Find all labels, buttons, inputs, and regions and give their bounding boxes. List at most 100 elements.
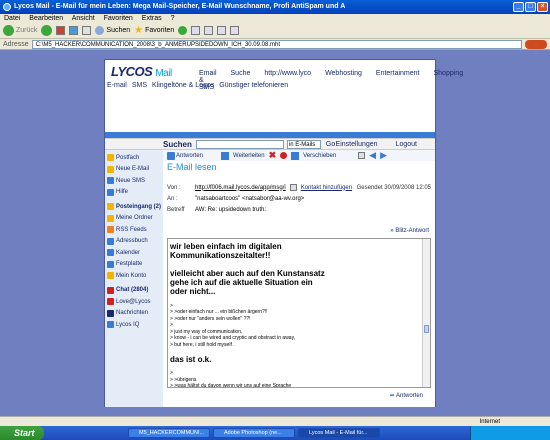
task-lycos[interactable]: Lycos Mail - E-Mail für... bbox=[298, 428, 380, 438]
back-button[interactable]: Zurück bbox=[3, 25, 37, 36]
menu-file[interactable]: Datei bbox=[4, 15, 20, 22]
sidebar-item-icon bbox=[107, 203, 114, 211]
nav-webhosting[interactable]: Webhosting bbox=[325, 70, 362, 91]
sidebar-item-icon bbox=[107, 298, 114, 306]
body-line bbox=[170, 260, 420, 269]
home-button[interactable] bbox=[82, 26, 92, 35]
sidebar-item-chat-2804[interactable]: Chat (2804) bbox=[105, 285, 163, 297]
forward-button[interactable]: Weiterleiten bbox=[233, 153, 265, 159]
task-photoshop[interactable]: Adobe Photoshop (ne... bbox=[213, 428, 295, 438]
sidebar-item-posteingang-2[interactable]: Posteingang (2) bbox=[105, 201, 163, 213]
sidebar-item-label: Neue E-Mail bbox=[116, 166, 150, 173]
sidebar-item-lycos-iq[interactable]: Lycos IQ bbox=[105, 319, 163, 331]
menu-tools[interactable]: Extras bbox=[142, 15, 162, 22]
scroll-thumb[interactable] bbox=[424, 325, 429, 333]
address-label: Adresse bbox=[3, 40, 29, 48]
sidebar-item-label: RSS Feeds bbox=[116, 226, 147, 233]
forward-button[interactable] bbox=[41, 25, 53, 36]
bottom-answer-button[interactable]: ➦ Antworten bbox=[390, 392, 423, 399]
sidebar-item-love-lycos[interactable]: Love@Lycos bbox=[105, 296, 163, 308]
answer-label: Antworten bbox=[176, 152, 204, 159]
answer-button[interactable]: Antworten bbox=[167, 151, 204, 160]
system-tray bbox=[470, 426, 550, 440]
mail-button[interactable] bbox=[204, 26, 214, 35]
sidebar-item-label: Love@Lycos bbox=[116, 298, 151, 305]
body-line: vielleicht aber auch auf den Kunstansatz bbox=[170, 269, 325, 278]
move-button[interactable]: Verschieben bbox=[303, 153, 336, 159]
nav-entertainment[interactable]: Entertainment bbox=[376, 70, 420, 91]
reply-icon bbox=[167, 151, 175, 160]
back-arrow-icon bbox=[3, 25, 14, 36]
nav-shopping[interactable]: Shopping bbox=[434, 70, 464, 91]
quick-reply-link[interactable]: » Blitz-Antwort bbox=[390, 228, 429, 234]
address-input[interactable]: C:\M5_HACKER\COMMUNICATION_2008\3_b_ANME… bbox=[31, 39, 522, 49]
body-line: Kommunikationszeitalter!! bbox=[170, 251, 271, 260]
subject-value: AW: Re: upsidedown truth: bbox=[195, 206, 267, 213]
subnav-email[interactable]: E-mail bbox=[107, 82, 127, 89]
start-button[interactable]: Start bbox=[0, 426, 44, 440]
subject-row: Betreff AW: Re: upsidedown truth: bbox=[167, 204, 431, 215]
sidebar-item-icon bbox=[107, 154, 114, 162]
previous-arrow-icon[interactable]: ◀ bbox=[369, 150, 376, 161]
sidebar-item-meine-ordner[interactable]: Meine Ordner bbox=[105, 213, 163, 225]
window-title: Lycos Mail - E-Mail für mein Leben: Mega… bbox=[14, 3, 346, 10]
go-button[interactable] bbox=[524, 39, 547, 49]
sidebar-item-label: Lycos IQ bbox=[116, 321, 140, 328]
edit-button[interactable] bbox=[230, 26, 240, 35]
spam-icon[interactable] bbox=[280, 152, 288, 159]
maximize-button[interactable]: □ bbox=[525, 2, 536, 12]
body-line: das ist o.k. bbox=[170, 354, 212, 364]
search-button[interactable]: Suchen bbox=[95, 26, 130, 35]
sidebar-item-label: Adressbuch bbox=[116, 238, 148, 245]
subnav-sms[interactable]: SMS bbox=[132, 82, 147, 89]
sidebar-item-neue-e-mail[interactable]: Neue E-Mail bbox=[105, 164, 163, 176]
body-scrollbar[interactable] bbox=[422, 239, 430, 387]
delete-icon[interactable]: ✖ bbox=[269, 150, 277, 161]
sidebar-item-label: Postfach bbox=[116, 154, 140, 161]
subnav-phone[interactable]: Günstiger telefonieren bbox=[219, 82, 288, 89]
sidebar-item-kalender[interactable]: Kalender bbox=[105, 247, 163, 259]
sidebar-item-hilfe[interactable]: Hilfe bbox=[105, 187, 163, 199]
task-explorer[interactable]: M5_HACKERCOMMUNI... bbox=[128, 428, 210, 438]
media-button[interactable] bbox=[178, 26, 188, 35]
sidebar-item-nachrichten[interactable]: Nachrichten bbox=[105, 308, 163, 320]
logout-link[interactable]: Logout bbox=[396, 141, 417, 148]
favorites-button[interactable]: ★ Favoriten bbox=[134, 25, 174, 36]
page-background: LYCOS Mail Email & SMS Suche http://www.l… bbox=[0, 50, 550, 416]
menu-view[interactable]: Ansicht bbox=[72, 15, 95, 22]
stop-button[interactable] bbox=[56, 26, 66, 35]
email-header: Von : http://f006.mail.lycos.de/app/msg/… bbox=[167, 182, 431, 215]
menu-bar: Datei Bearbeiten Ansicht Favoriten Extra… bbox=[0, 14, 550, 23]
close-button[interactable]: × bbox=[537, 2, 548, 12]
reply-icon-bottom: ➦ bbox=[389, 393, 395, 399]
settings-link[interactable]: Einstellungen bbox=[336, 141, 378, 148]
minimize-button[interactable]: _ bbox=[513, 2, 524, 12]
print-icon[interactable] bbox=[358, 152, 366, 159]
window-titlebar: Lycos Mail - E-Mail für mein Leben: Mega… bbox=[0, 0, 550, 14]
menu-help[interactable]: ? bbox=[171, 15, 175, 22]
sidebar-item-mein-konto[interactable]: Mein Konto bbox=[105, 270, 163, 282]
ie-icon bbox=[3, 3, 11, 11]
print-button[interactable] bbox=[217, 26, 227, 35]
from-value[interactable]: http://f006.mail.lycos.de/app/msg/i bbox=[195, 185, 286, 191]
menu-edit[interactable]: Bearbeiten bbox=[29, 15, 63, 22]
sidebar-item-rss-feeds[interactable]: RSS Feeds bbox=[105, 224, 163, 236]
sidebar-item-postfach[interactable]: Postfach bbox=[105, 152, 163, 164]
next-arrow-icon[interactable]: ▶ bbox=[380, 150, 387, 161]
sidebar-item-neue-sms[interactable]: Neue SMS bbox=[105, 175, 163, 187]
favorites-label: Favoriten bbox=[145, 27, 175, 34]
search-input[interactable] bbox=[195, 139, 284, 149]
search-scope-select[interactable]: in E-Mails bbox=[286, 139, 321, 149]
add-contact-link[interactable]: Kontakt hinzufügen bbox=[301, 185, 352, 191]
sidebar-item-adressbuch[interactable]: Adressbuch bbox=[105, 236, 163, 248]
menu-favorites[interactable]: Favoriten bbox=[104, 15, 133, 22]
subnav-ringtones[interactable]: Klingeltöne & Logos bbox=[152, 82, 214, 89]
sidebar: Postfach Neue E-Mail Neue SMS Hilfe Posteing… bbox=[105, 150, 163, 407]
sub-nav: E-mail SMS Klingeltöne & Logos Günstiger… bbox=[107, 82, 288, 89]
history-button[interactable] bbox=[191, 26, 201, 35]
search-go-button[interactable]: Go bbox=[326, 141, 335, 148]
move-icon bbox=[291, 151, 300, 160]
lycos-logo[interactable]: LYCOS Mail bbox=[111, 64, 172, 79]
sidebar-item-festplatte[interactable]: Festplatte bbox=[105, 259, 163, 271]
refresh-button[interactable] bbox=[69, 26, 79, 35]
